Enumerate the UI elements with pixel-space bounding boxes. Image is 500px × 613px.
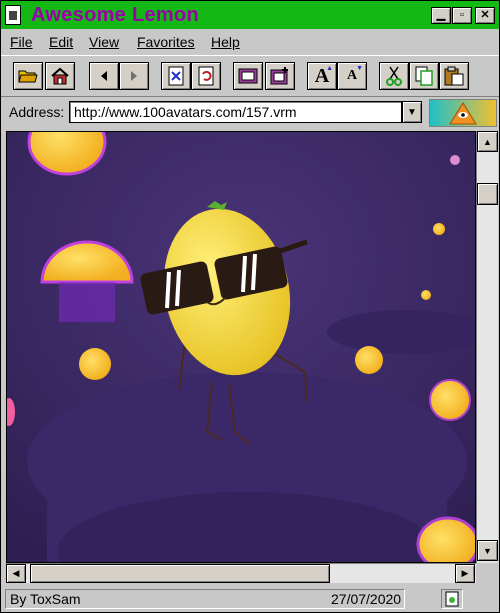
scroll-right-button[interactable]: ▶ [455, 564, 475, 583]
status-bar: By ToxSam 27/07/2020 [1, 586, 499, 612]
open-folder-icon [18, 70, 38, 83]
stop-icon [168, 66, 184, 86]
page-icon [445, 591, 459, 607]
scroll-up-button[interactable]: ▲ [477, 131, 498, 152]
paste-button[interactable] [439, 62, 469, 90]
lemon-avatar-scene [7, 132, 475, 562]
horizontal-scrollbar[interactable]: ◀ ▶ [6, 563, 476, 583]
address-label: Address: [9, 104, 65, 120]
scroll-corner [476, 563, 498, 583]
title-bar[interactable]: Awesome Lemon ▁ ▫ ✕ [1, 1, 499, 29]
content-viewport[interactable] [6, 131, 476, 563]
menu-edit[interactable]: Edit [49, 34, 73, 50]
add-image-icon [270, 67, 288, 85]
close-button[interactable]: ✕ [475, 7, 495, 24]
address-bar: Address: ▼ [1, 97, 499, 129]
refresh-button[interactable] [191, 62, 221, 90]
chevron-down-icon: ▼ [407, 106, 417, 118]
cut-button[interactable] [379, 62, 409, 90]
paste-icon [444, 66, 464, 86]
increase-font-button[interactable]: A ▲ [307, 62, 337, 90]
status-date: 27/07/2020 [331, 591, 402, 607]
arrow-right-icon: ▶ [461, 568, 469, 578]
maximize-button[interactable]: ▫ [452, 7, 472, 24]
home-button[interactable] [45, 62, 75, 90]
cut-icon [386, 66, 402, 86]
decrease-font-button[interactable]: A ▼ [337, 62, 367, 90]
refresh-icon [198, 66, 214, 86]
menu-favorites[interactable]: Favorites [137, 34, 195, 50]
minimize-button[interactable]: ▁ [431, 7, 451, 24]
back-icon [101, 71, 107, 81]
menu-file[interactable]: File [10, 34, 33, 50]
forward-icon [131, 71, 137, 81]
close-icon: ✕ [480, 9, 490, 21]
add-image-button[interactable] [265, 62, 295, 90]
vertical-scroll-thumb[interactable] [477, 183, 498, 205]
home-icon [51, 67, 69, 85]
app-icon[interactable] [5, 5, 21, 25]
browser-window: Awesome Lemon ▁ ▫ ✕ File Edit View Favor… [0, 0, 500, 613]
maximize-icon: ▫ [460, 9, 464, 21]
stop-button[interactable] [161, 62, 191, 90]
arrow-up-icon: ▲ [483, 136, 492, 147]
scroll-down-button[interactable]: ▼ [477, 540, 498, 561]
scroll-left-button[interactable]: ◀ [6, 564, 26, 583]
minimize-icon: ▁ [436, 9, 446, 21]
status-author: By ToxSam [10, 591, 81, 607]
address-dropdown-button[interactable]: ▼ [402, 101, 422, 123]
copy-button[interactable] [409, 62, 439, 90]
pyramid-eye-icon [449, 102, 477, 125]
open-folder-button[interactable] [13, 62, 43, 90]
arrow-down-icon: ▼ [483, 545, 492, 556]
arrow-left-icon: ◀ [12, 568, 20, 578]
window-title: Awesome Lemon [31, 4, 200, 26]
vertical-scrollbar[interactable]: ▲ ▼ [476, 131, 498, 563]
copy-icon [415, 66, 433, 86]
address-input[interactable] [69, 101, 402, 123]
horizontal-scroll-thumb[interactable] [30, 564, 330, 583]
back-button[interactable] [89, 62, 119, 90]
image-icon [238, 68, 258, 84]
menu-help[interactable]: Help [211, 34, 240, 50]
brand-logo [429, 99, 497, 127]
menu-view[interactable]: View [89, 34, 119, 50]
toolbar: A ▲ A ▼ [1, 55, 499, 97]
forward-button[interactable] [119, 62, 149, 90]
status-icon-panel [441, 589, 463, 609]
image-button[interactable] [233, 62, 263, 90]
menu-bar: File Edit View Favorites Help [1, 30, 499, 54]
